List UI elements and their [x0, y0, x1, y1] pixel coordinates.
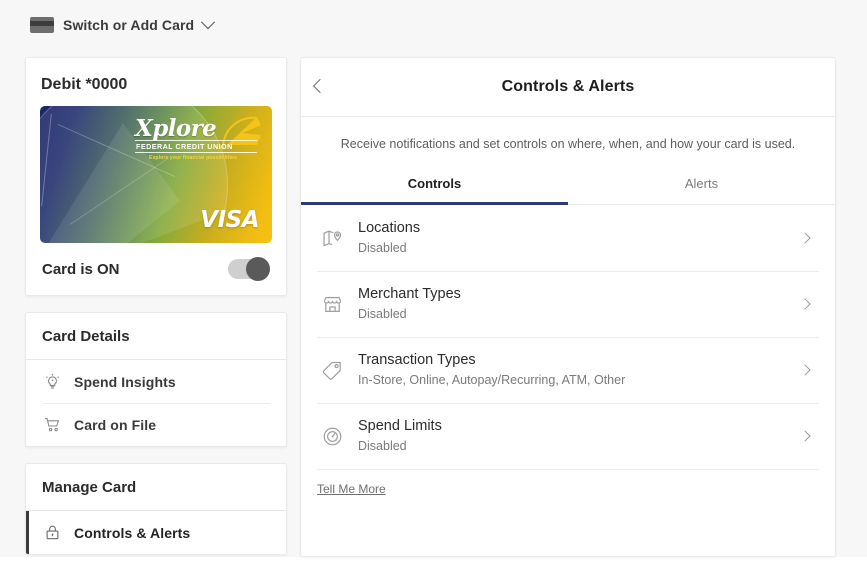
top-bar: Switch or Add Card: [0, 0, 867, 50]
detail-panel: Controls & Alerts Receive notifications …: [300, 57, 836, 557]
control-subtitle: Disabled: [358, 241, 407, 255]
issuer-wordmark: Xplore: [135, 115, 217, 142]
visa-logo: VISA: [200, 207, 259, 233]
shopping-cart-icon: [44, 418, 60, 432]
control-text: Transaction Types In-Store, Online, Auto…: [358, 351, 787, 389]
card-name: Debit *0000: [41, 76, 128, 93]
tab-alerts[interactable]: Alerts: [568, 169, 835, 205]
chevron-left-icon[interactable]: [312, 78, 328, 94]
lock-icon: [46, 525, 59, 540]
lightbulb-icon: [46, 374, 59, 389]
control-row-merchant-types[interactable]: Merchant Types Disabled: [317, 271, 819, 337]
sidebar-item-spend-insights[interactable]: Spend Insights: [26, 360, 286, 403]
card-details-panel: Card Details Spend Insights Card on File: [25, 312, 287, 447]
storefront-icon: [323, 296, 342, 312]
app-root: Switch or Add Card Debit *0000 Xplore FE…: [0, 0, 867, 557]
chevron-right-icon: [799, 298, 811, 310]
issuer-logo: Xplore FEDERAL CREDIT UNION Explore your…: [135, 117, 263, 161]
chevron-right-icon: [799, 364, 811, 376]
sidebar-item-card-on-file[interactable]: Card on File: [26, 403, 286, 446]
chevron-right-icon: [799, 232, 811, 244]
card-state-row: Card is ON: [40, 257, 272, 281]
control-row-spend-limits[interactable]: Spend Limits Disabled: [317, 403, 819, 469]
price-tag-icon: [322, 361, 341, 380]
control-text: Spend Limits Disabled: [358, 417, 787, 455]
control-subtitle: In-Store, Online, Autopay/Recurring, ATM…: [358, 373, 626, 387]
manage-card-heading: Manage Card: [26, 464, 286, 511]
sidebar-item-controls-and-alerts[interactable]: Controls & Alerts: [26, 511, 286, 554]
chevron-down-icon: [201, 15, 216, 30]
issuer-subtitle: FEDERAL CREDIT UNION: [135, 140, 257, 153]
tab-bar: Controls Alerts: [301, 169, 835, 205]
control-subtitle: Disabled: [358, 439, 407, 453]
card-on-off-toggle[interactable]: [228, 257, 270, 281]
control-subtitle: Disabled: [358, 307, 407, 321]
map-pin-icon: [323, 229, 342, 246]
control-row-locations[interactable]: Locations Disabled: [317, 205, 819, 271]
control-title: Locations: [358, 220, 421, 236]
card-state-label: Card is ON: [42, 260, 120, 278]
list-bottom-divider: [317, 469, 819, 470]
detail-description: Receive notifications and set controls o…: [340, 137, 796, 151]
issuer-tagline: Explore your financial possibilities: [149, 155, 237, 161]
control-title: Spend Limits: [358, 418, 442, 434]
page-title: Controls & Alerts: [501, 78, 635, 95]
switch-or-add-card-button[interactable]: Switch or Add Card: [30, 15, 216, 33]
speedometer-icon: [323, 427, 342, 445]
tell-me-more-link[interactable]: Tell Me More: [317, 482, 386, 496]
controls-list: Locations Disabled Merchant Types Disabl…: [301, 205, 835, 469]
sidebar-item-label: Card on File: [74, 416, 157, 433]
sidebar-item-label: Spend Insights: [74, 373, 176, 390]
credit-card-icon: [30, 17, 54, 33]
card-summary-panel: Debit *0000 Xplore FEDERAL CREDIT UNION …: [25, 57, 287, 296]
toggle-knob: [246, 257, 270, 281]
sidebar: Debit *0000 Xplore FEDERAL CREDIT UNION …: [25, 57, 287, 571]
card-details-heading: Card Details: [26, 313, 286, 360]
sidebar-item-label: Controls & Alerts: [74, 524, 191, 541]
switch-or-add-card-label: Switch or Add Card: [63, 17, 195, 33]
detail-header: Controls & Alerts: [301, 58, 835, 117]
control-row-transaction-types[interactable]: Transaction Types In-Store, Online, Auto…: [317, 337, 819, 403]
manage-card-panel: Manage Card Controls & Alerts: [25, 463, 287, 555]
control-title: Merchant Types: [358, 286, 461, 302]
control-text: Merchant Types Disabled: [358, 285, 787, 323]
card-artwork: Xplore FEDERAL CREDIT UNION Explore your…: [40, 106, 272, 243]
control-text: Locations Disabled: [358, 219, 787, 257]
chevron-right-icon: [799, 430, 811, 442]
control-title: Transaction Types: [358, 352, 476, 368]
tab-controls[interactable]: Controls: [301, 169, 568, 205]
